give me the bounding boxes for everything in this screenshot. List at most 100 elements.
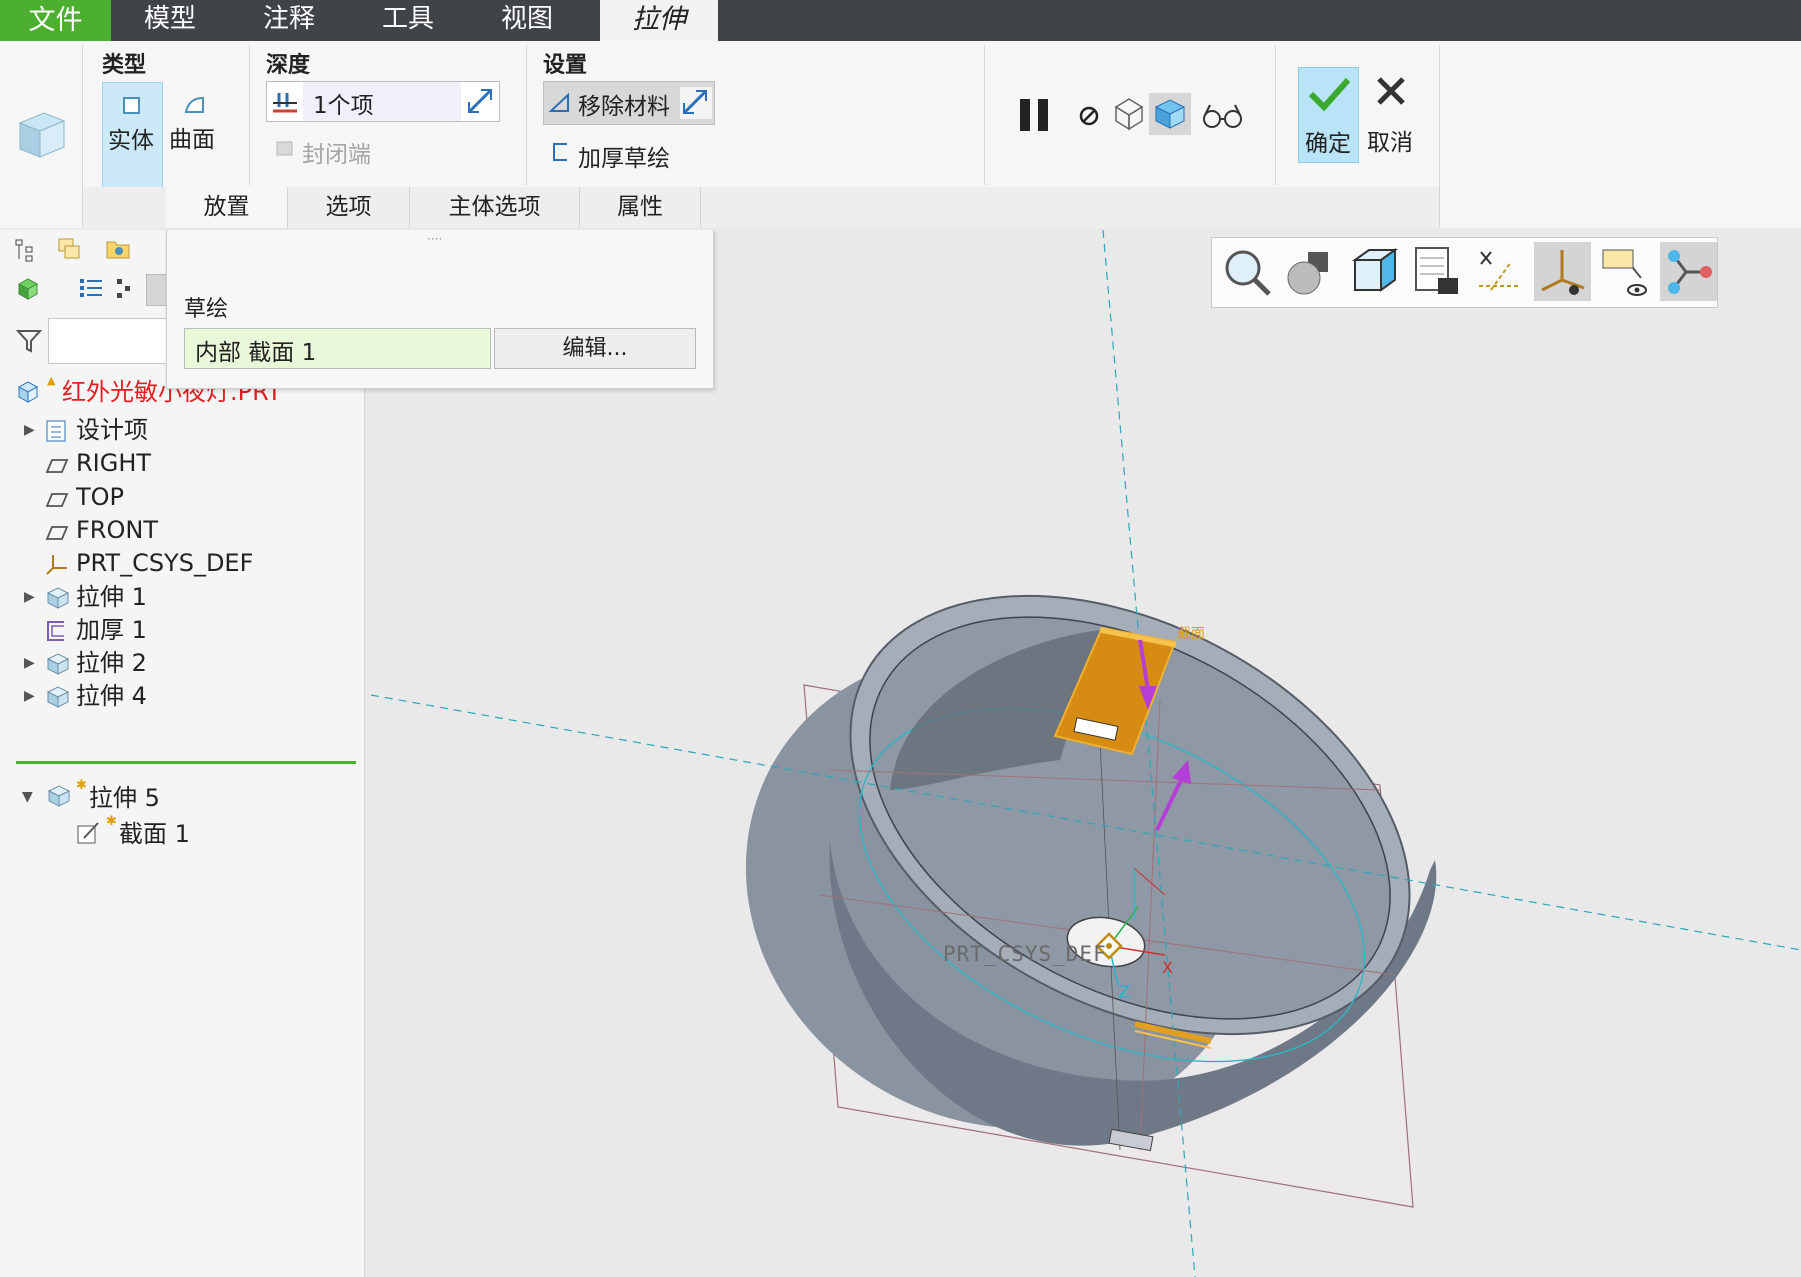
- tree-item-label: FRONT: [76, 515, 158, 544]
- ribbon-divider: [526, 45, 527, 185]
- flip-material-icon[interactable]: [680, 87, 712, 119]
- tree-item[interactable]: ▶ 拉伸 4: [0, 678, 364, 714]
- menu-file[interactable]: 文件: [0, 0, 111, 41]
- placement-panel: ···· 草绘 内部 截面 1 编辑...: [166, 230, 714, 389]
- collapse-triangle-icon[interactable]: ▼: [22, 786, 33, 805]
- edit-sketch-button[interactable]: 编辑...: [494, 328, 696, 369]
- z-axis-label: Z: [1118, 982, 1131, 1003]
- sketch-collector-value: 内部 截面 1: [195, 340, 317, 366]
- no-preview-icon[interactable]: [1076, 103, 1102, 133]
- section-tag: 截面: [1177, 626, 1205, 642]
- tree-item-label: 拉伸 4: [76, 682, 147, 711]
- menu-extrude-tab[interactable]: 拉伸: [600, 0, 718, 41]
- folder-browser-tab-icon[interactable]: [104, 236, 132, 266]
- menu-view[interactable]: 视图: [501, 0, 553, 41]
- ribbon-divider: [1275, 45, 1276, 185]
- tree-item[interactable]: ▶ 设计项: [0, 412, 364, 448]
- ribbon-divider: [1439, 45, 1440, 228]
- remove-material-icon: [548, 92, 572, 118]
- part-icon: [16, 379, 40, 409]
- feature-preview-icon: [1153, 97, 1187, 135]
- tree-item-label: TOP: [76, 482, 125, 511]
- extrude-icon: [46, 782, 72, 814]
- tree-item-label: RIGHT: [76, 449, 152, 478]
- layers-tab-icon[interactable]: [56, 236, 82, 266]
- type-group-label: 类型: [102, 53, 147, 78]
- menu-tools[interactable]: 工具: [382, 0, 434, 41]
- tab-options[interactable]: 选项: [288, 187, 410, 228]
- menu-model[interactable]: 模型: [144, 0, 196, 41]
- tree-search-input[interactable]: [48, 318, 168, 364]
- filter-icon: [15, 328, 43, 358]
- verify-glasses-icon[interactable]: [1202, 101, 1244, 135]
- feature-preview-button[interactable]: [1149, 93, 1191, 135]
- extrude-icon: [45, 683, 71, 721]
- extrude-feature-icon: [14, 105, 70, 165]
- zoom-icon[interactable]: [1219, 242, 1276, 301]
- tree-item-label: 加厚 1: [76, 615, 147, 644]
- graphics-toolbar: [1211, 237, 1718, 308]
- tree-item-label: 拉伸 1: [76, 582, 147, 611]
- tree-item[interactable]: RIGHT: [0, 445, 364, 481]
- thicken-sketch-checkbox[interactable]: 加厚草绘: [578, 139, 670, 173]
- tab-properties[interactable]: 属性: [580, 187, 701, 228]
- tree-item[interactable]: TOP: [0, 479, 364, 515]
- tree-item[interactable]: 加厚 1: [0, 612, 364, 648]
- active-feature-label[interactable]: 拉伸 5: [89, 780, 160, 816]
- annotation-display-icon[interactable]: [1597, 242, 1654, 301]
- new-feature-star-icon: ✱: [76, 778, 87, 793]
- display-style-icon[interactable]: [1282, 242, 1339, 301]
- view-manager-icon[interactable]: [1408, 242, 1465, 301]
- show-cube-icon[interactable]: [16, 276, 40, 306]
- pause-icon[interactable]: [1016, 95, 1056, 139]
- expand-triangle-icon[interactable]: ▶: [24, 645, 35, 681]
- cancel-label: 取消: [1367, 130, 1413, 156]
- sketch-section-label: 草绘: [184, 297, 229, 322]
- spin-center-icon[interactable]: [1660, 242, 1717, 301]
- tree-columns-icon[interactable]: [114, 276, 134, 306]
- ribbon-divider: [249, 45, 250, 185]
- checkmark-icon: [1307, 76, 1351, 116]
- tree-item-label: PRT_CSYS_DEF: [76, 549, 254, 578]
- depth-selector[interactable]: 1个项: [266, 81, 500, 122]
- expand-triangle-icon[interactable]: ▶: [24, 412, 35, 448]
- model-tree-tab-icon[interactable]: [14, 238, 36, 268]
- active-child-label[interactable]: 截面 1: [119, 816, 190, 852]
- tree-item[interactable]: FRONT: [0, 512, 364, 548]
- depth-group-label: 深度: [266, 53, 311, 78]
- capped-ends-checkbox[interactable]: 封闭端: [302, 135, 371, 169]
- saved-views-icon[interactable]: [1345, 242, 1402, 301]
- warning-icon: ▲: [47, 374, 56, 387]
- tree-item[interactable]: PRT_CSYS_DEF: [0, 545, 364, 581]
- cancel-button[interactable]: 取消: [1362, 67, 1420, 161]
- sketch-collector[interactable]: 内部 截面 1: [184, 328, 491, 369]
- tab-body-options[interactable]: 主体选项: [410, 187, 580, 228]
- tree-item[interactable]: ▶ 拉伸 1: [0, 579, 364, 615]
- tab-placement[interactable]: 放置: [166, 187, 288, 228]
- geometry-preview-icon[interactable]: [1112, 95, 1146, 137]
- expand-triangle-icon[interactable]: ▶: [24, 678, 35, 714]
- depth-value: 1个项: [313, 93, 374, 119]
- capped-ends-icon: [274, 137, 296, 163]
- flip-depth-icon[interactable]: [465, 86, 495, 120]
- thicken-sketch-icon: [551, 141, 571, 167]
- solid-label: 实体: [108, 128, 154, 154]
- expand-triangle-icon[interactable]: ▶: [24, 579, 35, 615]
- drag-handle[interactable]: ····: [427, 232, 442, 246]
- tree-item[interactable]: ▶ 拉伸 2: [0, 645, 364, 681]
- menu-annotate[interactable]: 注释: [263, 0, 315, 41]
- remove-material-button[interactable]: 移除材料: [543, 81, 715, 125]
- surface-label: 曲面: [169, 127, 215, 153]
- remove-material-label: 移除材料: [578, 94, 670, 120]
- menu-bar: 文件 模型 注释 工具 视图 拉伸: [0, 0, 1801, 41]
- csys-label: PRT_CSYS_DEF: [943, 942, 1107, 966]
- datum-display-icon[interactable]: [1471, 242, 1528, 301]
- depth-value-field[interactable]: 1个项: [303, 82, 461, 121]
- insert-here-indicator[interactable]: [16, 761, 356, 764]
- csys-display-icon[interactable]: [1534, 242, 1591, 301]
- tree-filter-list-icon[interactable]: [78, 276, 104, 306]
- sketch-icon: [76, 820, 102, 850]
- ok-button[interactable]: 确定: [1298, 67, 1359, 163]
- settings-group-label: 设置: [543, 53, 588, 78]
- tree-item-label: 拉伸 2: [76, 649, 147, 678]
